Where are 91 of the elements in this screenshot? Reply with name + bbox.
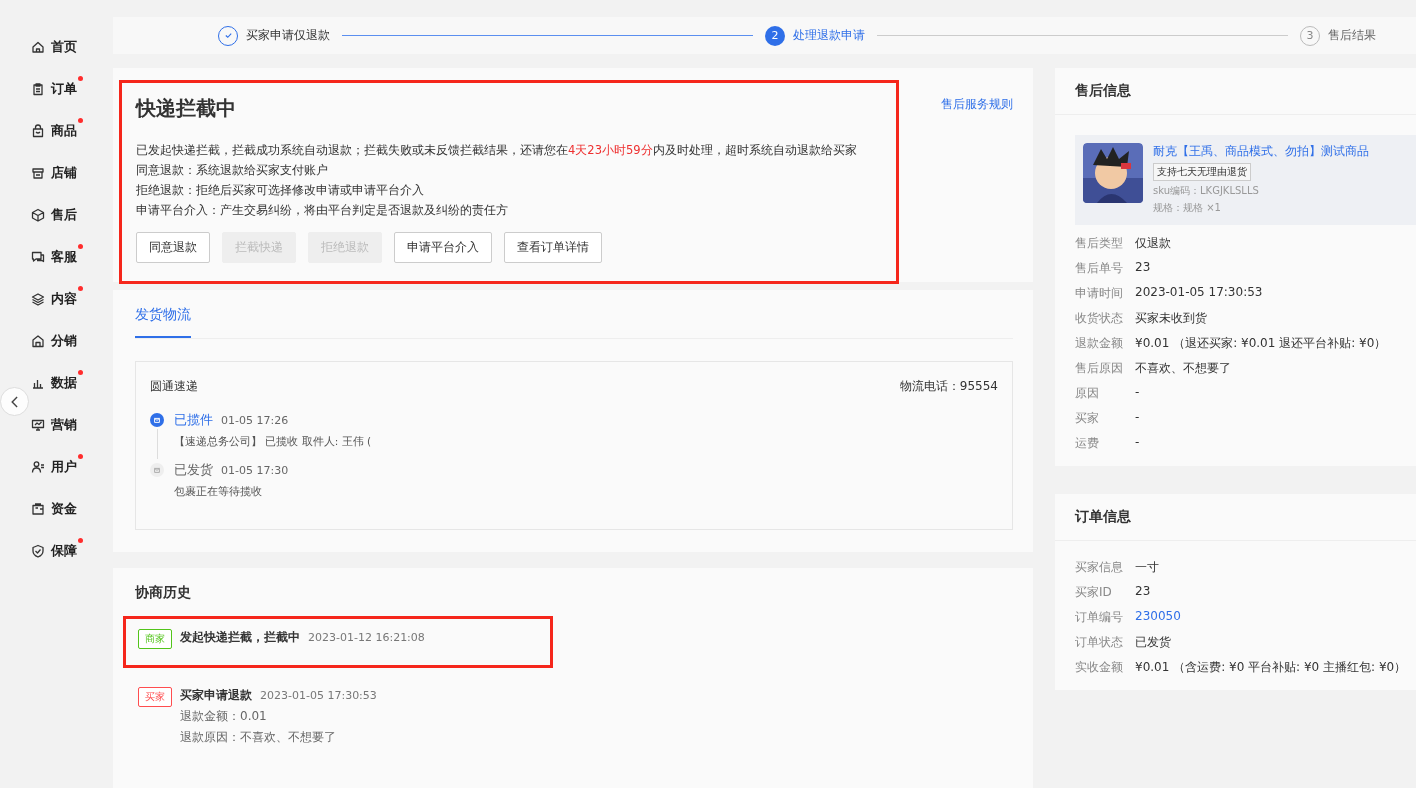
nav-item[interactable]: 内容: [31, 288, 83, 310]
field-label: 售后类型: [1075, 235, 1124, 252]
rules-link[interactable]: 售后服务规则: [941, 96, 1013, 113]
section-title: 订单信息: [1055, 508, 1416, 541]
field-value: 23: [1135, 260, 1151, 276]
chat-icon: [31, 250, 45, 264]
carrier-name: 圆通速递: [150, 378, 198, 395]
carrier-phone: 物流电话：95554: [899, 378, 998, 395]
field-label: 收货状态: [1075, 310, 1124, 327]
field-value: 已发货: [1135, 634, 1171, 651]
notice-text: 申请平台介入：产生交易纠纷，将由平台判定是否退款及纠纷的责任方: [136, 202, 509, 219]
field-label: 运费: [1075, 435, 1100, 452]
nav-item[interactable]: 客服: [31, 246, 83, 268]
event-time: 01-05 17:30: [221, 464, 289, 477]
field-label: 订单编号: [1075, 609, 1124, 626]
field-label: 买家信息: [1075, 559, 1124, 576]
nav-item[interactable]: 分销: [31, 330, 77, 352]
layers-icon: [31, 292, 45, 306]
bag-icon: [31, 124, 45, 138]
nav-item[interactable]: 用户: [31, 456, 83, 478]
house-icon: [31, 334, 45, 348]
step-label: 售后结果: [1328, 27, 1376, 44]
field-value: 23: [1135, 584, 1151, 600]
section-title: 售后信息: [1055, 82, 1416, 115]
shield-icon: [31, 544, 45, 558]
clipboard-icon: [31, 82, 45, 96]
field-label: 退款金额: [1075, 335, 1124, 352]
action-button[interactable]: 同意退款: [136, 232, 210, 263]
notice-text: 已发起快递拦截，拦截成功系统自动退款；拦截失败或未反馈拦截结果，还请您在4天23小时59分内及时处理，超时系统自动退款给买家: [136, 142, 858, 159]
role-tag: 买家: [138, 687, 172, 707]
nav-item[interactable]: 店铺: [31, 162, 77, 184]
order-number-link[interactable]: 230050: [1135, 609, 1181, 626]
nav-item[interactable]: 营销: [31, 414, 77, 436]
nav-item[interactable]: 数据: [31, 372, 83, 394]
field-value: -: [1135, 435, 1140, 451]
event-time: 01-05 17:26: [221, 414, 289, 427]
nav-item[interactable]: 订单: [31, 78, 83, 100]
field-value: ¥0.01 （退还买家: ¥0.01 退还平台补贴: ¥0）: [1135, 335, 1387, 352]
field-label: 买家: [1075, 410, 1100, 427]
history-time: 2023-01-05 17:30:53: [260, 689, 377, 702]
field-value: 2023-01-05 17:30:53: [1135, 285, 1263, 301]
section-title: 快递拦截中: [136, 95, 237, 122]
field-label: 售后单号: [1075, 260, 1124, 277]
nav-item[interactable]: 商品: [31, 120, 83, 142]
nav-item[interactable]: 保障: [31, 540, 83, 562]
sku-text: sku编码：LKGJKLSLLS: [1153, 184, 1259, 198]
back-button[interactable]: [0, 387, 29, 416]
step-label: 买家申请仅退款: [246, 27, 330, 44]
field-label: 原因: [1075, 385, 1100, 402]
spec-text: 规格：规格 ×1: [1153, 201, 1221, 215]
user-icon: [31, 460, 45, 474]
field-label: 售后原因: [1075, 360, 1124, 377]
nav-item[interactable]: 资金: [31, 498, 77, 520]
step-label: 处理退款申请: [793, 27, 865, 44]
field-label: 申请时间: [1075, 285, 1124, 302]
history-detail: 退款原因：不喜欢、不想要了: [180, 729, 337, 746]
history-title: 买家申请退款: [180, 687, 252, 704]
notice-text: 同意退款：系统退款给买家支付账户: [136, 162, 329, 179]
nav-item[interactable]: 首页: [31, 36, 77, 58]
step-number: 2: [765, 25, 785, 46]
field-value: 不喜欢、不想要了: [1135, 360, 1231, 377]
role-tag: 商家: [138, 629, 172, 649]
field-value: 仅退款: [1135, 235, 1171, 252]
event-status: 已揽件: [174, 411, 213, 429]
field-value: -: [1135, 410, 1140, 426]
history-time: 2023-01-12 16:21:08: [308, 631, 425, 644]
product-link[interactable]: 耐克【王禹、商品模式、勿拍】测试商品: [1153, 143, 1369, 160]
home-icon: [31, 40, 45, 54]
history-title: 发起快递拦截，拦截中: [180, 629, 300, 646]
return-policy-tag: 支持七天无理由退货: [1153, 163, 1251, 181]
store-icon: [31, 166, 45, 180]
monitor-icon: [31, 418, 45, 432]
event-detail: 【速递总务公司】 已揽收 取件人: 王伟 (: [174, 435, 371, 449]
field-label: 订单状态: [1075, 634, 1124, 651]
section-title: 协商历史: [135, 584, 192, 602]
field-value: ¥0.01 （含运费: ¥0 平台补贴: ¥0 主播红包: ¥0）: [1135, 659, 1407, 676]
field-value: -: [1135, 385, 1140, 401]
box-icon: [31, 208, 45, 222]
wallet-icon: [31, 502, 45, 516]
field-label: 实收金额: [1075, 659, 1124, 676]
action-button[interactable]: 申请平台介入: [394, 232, 492, 263]
event-detail: 包裹正在等待揽收: [174, 485, 263, 499]
history-detail: 退款金额：0.01: [180, 708, 268, 725]
field-value: 一寸: [1135, 559, 1159, 576]
field-label: 买家ID: [1075, 584, 1113, 601]
logistics-tab[interactable]: 发货物流: [135, 302, 191, 338]
field-value: 买家未收到货: [1135, 310, 1207, 327]
nav-item[interactable]: 售后: [31, 204, 77, 226]
notice-text: 拒绝退款：拒绝后买家可选择修改申请或申请平台介入: [136, 182, 425, 199]
action-button[interactable]: 查看订单详情: [504, 232, 602, 263]
event-status: 已发货: [174, 461, 213, 479]
